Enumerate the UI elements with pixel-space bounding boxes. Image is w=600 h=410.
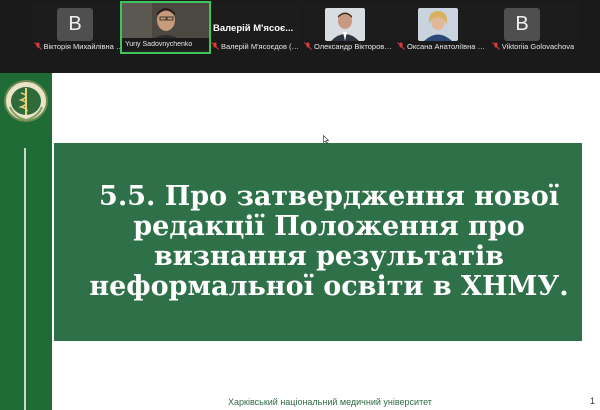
slide-title: 5.5. Про затвердження нової редакції Пол…	[89, 181, 569, 302]
participant-tile[interactable]: В Viktoriia Golovachova	[488, 2, 578, 54]
participant-name: Валерій М'ясоєдов (Х...	[221, 41, 301, 51]
participant-name-row: Yuriy Sadovnychenko	[122, 38, 209, 50]
participant-tile[interactable]: Валерій М'ясоє... Валерій М'ясоєдов (Х..…	[211, 2, 301, 54]
participant-name: Yuriy Sadovnychenko	[125, 40, 193, 48]
participant-tile[interactable]: Оксана Анатоліївна Н...	[396, 2, 488, 54]
participant-name-row: Оксана Анатоліївна Н...	[396, 40, 488, 52]
participant-video	[122, 3, 209, 41]
mic-muted-icon	[491, 42, 500, 50]
participant-name-row: Валерій М'ясоєдов (Х...	[211, 40, 301, 52]
participant-name: Олександр Вікторови...	[314, 41, 394, 51]
participant-display-name: Валерій М'ясоє...	[213, 23, 294, 34]
participant-name: Вікторія Михайлівна З...	[43, 41, 124, 51]
participant-photo	[418, 8, 458, 41]
participant-tile[interactable]: В Вікторія Михайлівна З...	[32, 2, 125, 54]
participant-name: Оксана Анатоліївна Н...	[407, 41, 487, 51]
participant-photo-image	[418, 8, 458, 41]
slide-footer: Харківський національний медичний універ…	[228, 397, 432, 407]
mic-muted-icon	[397, 42, 405, 50]
participant-name-row: Олександр Вікторови...	[303, 40, 395, 52]
participant-strip: В Вікторія Михайлівна З... Yuriy Sadovny…	[0, 0, 600, 55]
mic-muted-icon	[211, 42, 219, 50]
avatar: В	[504, 8, 540, 41]
avatar: В	[57, 8, 93, 41]
participant-name: Viktoriia Golovachova	[501, 41, 575, 51]
participant-name-row: Вікторія Михайлівна З...	[32, 40, 125, 52]
participant-video	[211, 2, 301, 40]
mouse-cursor-icon	[323, 135, 329, 144]
video-conference-window: В Вікторія Михайлівна З... Yuriy Sadovny…	[0, 0, 600, 410]
mic-muted-icon	[33, 42, 42, 50]
sidebar-divider	[24, 148, 26, 410]
slide-sidebar	[0, 73, 52, 410]
participant-photo-image	[325, 8, 365, 41]
participant-tile[interactable]: Олександр Вікторови...	[303, 2, 395, 54]
university-emblem-icon	[4, 80, 48, 122]
participant-photo	[325, 8, 365, 41]
participant-camera-feed	[122, 3, 209, 41]
slide-page-number: 1	[590, 396, 596, 406]
shared-presentation-slide: 5.5. Про затвердження нової редакції Пол…	[0, 73, 600, 410]
participant-tile-active-speaker[interactable]: Yuriy Sadovnychenko	[120, 1, 211, 54]
slide-title-box: 5.5. Про затвердження нової редакції Пол…	[54, 143, 582, 341]
participant-name-row: Viktoriia Golovachova	[488, 40, 578, 52]
mic-muted-icon	[304, 42, 312, 50]
